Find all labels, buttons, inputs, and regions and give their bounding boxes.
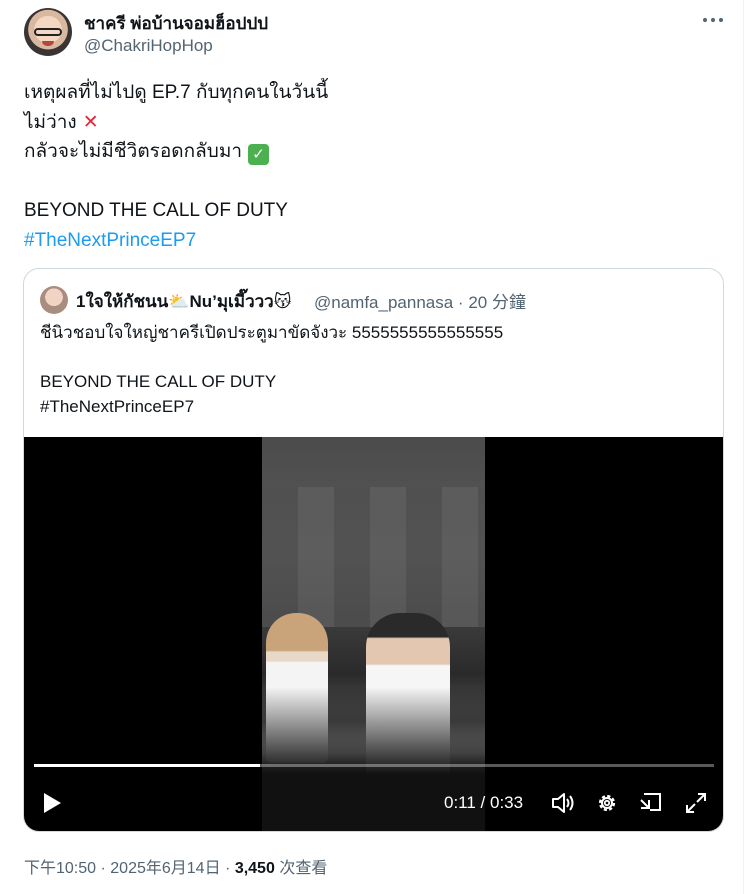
tweet-line-text: ไม่ว่าง: [24, 111, 77, 133]
timeline-border: [743, 0, 744, 894]
dot: [711, 18, 715, 22]
views-label: 次查看: [279, 860, 328, 877]
avatar-glasses: [34, 28, 62, 36]
video-player[interactable]: 0:11 / 0:33: [24, 437, 723, 831]
tweet-line: ไม่ว่าง ✕: [24, 108, 714, 138]
quote-author-display-name[interactable]: 1ใจให้กัชนน⛅Nu’มุเมี๊ววว😽: [76, 288, 291, 315]
view-count: 3,450: [234, 860, 275, 877]
author-avatar[interactable]: [24, 8, 72, 56]
video-progress-fill: [34, 764, 261, 767]
video-progress-bar[interactable]: [34, 764, 714, 767]
quoted-tweet-card[interactable]: 1ใจให้กัชนน⛅Nu’มุเมี๊ววว😽 @namfa_pannasa…: [23, 268, 724, 832]
author-display-name[interactable]: ชาครี พ่อบ้านจอมฮ็อปปป: [84, 10, 268, 37]
tweet: ชาครี พ่อบ้านจอมฮ็อปปป @ChakriHopHop เหต…: [0, 0, 743, 894]
quote-line: BEYOND THE CALL OF DUTY: [40, 372, 277, 391]
video-time-display: 0:11 / 0:33: [444, 793, 524, 812]
fullscreen-icon[interactable]: [682, 789, 710, 817]
tweet-line: เหตุผลที่ไม่ไปดู EP.7 กับทุกคนในวันนี้: [24, 82, 329, 103]
settings-gear-icon[interactable]: [593, 789, 621, 817]
hashtag-link[interactable]: #TheNextPrinceEP7: [24, 226, 714, 256]
dot: [719, 18, 723, 22]
footer-separator: ·: [100, 860, 111, 877]
quote-blank-line: [40, 346, 710, 371]
tweet-line: กลัวจะไม่มีชีวิตรอดกลับมา ✓: [24, 137, 714, 167]
quote-hashtag[interactable]: #TheNextPrinceEP7: [40, 395, 710, 420]
check-mark-icon: ✓: [248, 144, 270, 165]
author-handle[interactable]: @ChakriHopHop: [84, 36, 213, 56]
play-icon[interactable]: [38, 789, 66, 817]
tweet-line: BEYOND THE CALL OF DUTY: [24, 200, 288, 221]
quote-author-meta: @namfa_pannasa · 20 分鐘: [314, 288, 526, 313]
cross-mark-icon: ✕: [82, 111, 99, 133]
tweet-text: เหตุผลที่ไม่ไปดู EP.7 กับทุกคนในวันนี้ ไ…: [24, 78, 714, 255]
video-stage: [262, 487, 485, 627]
quote-author-handle[interactable]: @namfa_pannasa: [314, 293, 453, 312]
tweet-footer: 下午10:50 · 2025年6月14日 · 3,450 次查看: [24, 854, 327, 878]
tweet-time[interactable]: 下午10:50: [24, 860, 96, 877]
picture-in-picture-icon[interactable]: [637, 789, 665, 817]
quote-line: ชีนิวชอบใจใหญ่ชาครีเปิดประตูมาขัดจังวะ 5…: [40, 323, 504, 342]
tweet-line-text: กลัวจะไม่มีชีวิตรอดกลับมา: [24, 141, 243, 162]
quote-author-avatar[interactable]: [40, 286, 68, 314]
tweet-date[interactable]: 2025年6月14日: [110, 860, 220, 877]
footer-separator: ·: [225, 860, 235, 877]
video-frame: [262, 437, 485, 831]
quote-text: ชีนิวชอบใจใหญ่ชาครีเปิดประตูมาขัดจังวะ 5…: [40, 321, 710, 419]
dot: [703, 18, 707, 22]
more-options-icon[interactable]: [700, 10, 726, 30]
avatar-mouth: [42, 41, 54, 46]
volume-icon[interactable]: [549, 789, 577, 817]
quote-time[interactable]: 20 分鐘: [468, 293, 526, 312]
meta-separator: ·: [457, 293, 469, 312]
